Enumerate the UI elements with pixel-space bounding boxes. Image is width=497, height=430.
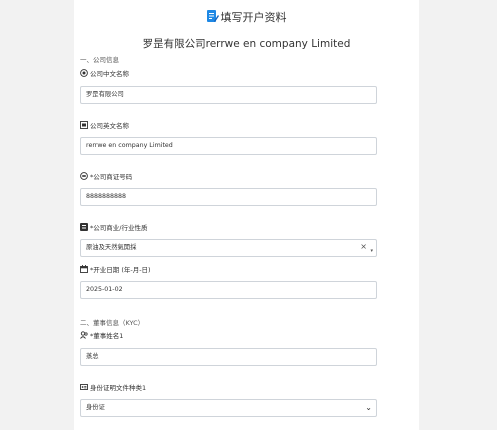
director-name-label: *董事姓名1 <box>80 330 123 340</box>
page-header: 填写开户资料 <box>74 9 419 25</box>
cn-name-label-text: 公司中文名称 <box>90 70 129 78</box>
document-edit-icon <box>206 10 219 22</box>
industry-label: *公司商业/行业性质 <box>80 222 147 232</box>
form-page: 填写开户资料 罗昰有限公司rerrwe en company Limited 一… <box>74 0 419 430</box>
id-card-icon <box>80 384 88 390</box>
page-title: 填写开户资料 <box>220 11 287 24</box>
id-type-label-text: 身份证明文件种类1 <box>90 384 147 392</box>
cn-name-input[interactable]: 罗昰有限公司 <box>80 86 377 104</box>
id-badge-icon <box>80 172 88 180</box>
industry-label-text: *公司商业/行业性质 <box>90 224 148 232</box>
en-name-label-text: 公司英文名称 <box>90 122 129 130</box>
industry-select[interactable]: 原油及天然氣開採 × ▾ <box>80 239 377 257</box>
caret-down-icon[interactable]: ▾ <box>370 243 373 256</box>
people-icon <box>80 331 88 339</box>
industry-icon <box>80 223 88 231</box>
company-name: 罗昰有限公司rerrwe en company Limited <box>142 38 351 50</box>
clear-icon[interactable]: × <box>360 240 367 255</box>
id-type-select-value: 身份证 <box>86 404 105 411</box>
br-no-label-text: *公司商证号码 <box>90 173 133 181</box>
section-company-info: 一、公司信息 <box>80 56 119 64</box>
br-no-input[interactable]: 8888888888 <box>80 188 377 206</box>
industry-select-value: 原油及天然氣開採 <box>86 244 137 251</box>
en-name-input[interactable]: rerrwe en company Limited <box>80 137 377 155</box>
en-badge-icon <box>80 121 88 129</box>
target-icon <box>80 69 88 77</box>
section-director-info: 二、董事信息（KYC） <box>80 319 145 327</box>
calendar-icon <box>80 265 88 273</box>
id-type-label: 身份证明文件种类1 <box>80 382 146 392</box>
en-name-label: 公司英文名称 <box>80 120 129 130</box>
chevron-down-icon[interactable]: ⌄ <box>365 400 372 416</box>
director-name-input[interactable]: 蒸总 <box>80 348 377 366</box>
open-date-label-text: *开业日期 (年-月-日) <box>90 266 151 274</box>
id-type-select[interactable]: 身份证 ⌄ <box>80 399 377 417</box>
open-date-input[interactable]: 2025-01-02 <box>80 281 377 299</box>
br-no-label: *公司商证号码 <box>80 171 132 181</box>
open-date-label: *开业日期 (年-月-日) <box>80 264 151 274</box>
cn-name-label: 公司中文名称 <box>80 68 129 78</box>
director-name-label-text: *董事姓名1 <box>90 332 124 340</box>
